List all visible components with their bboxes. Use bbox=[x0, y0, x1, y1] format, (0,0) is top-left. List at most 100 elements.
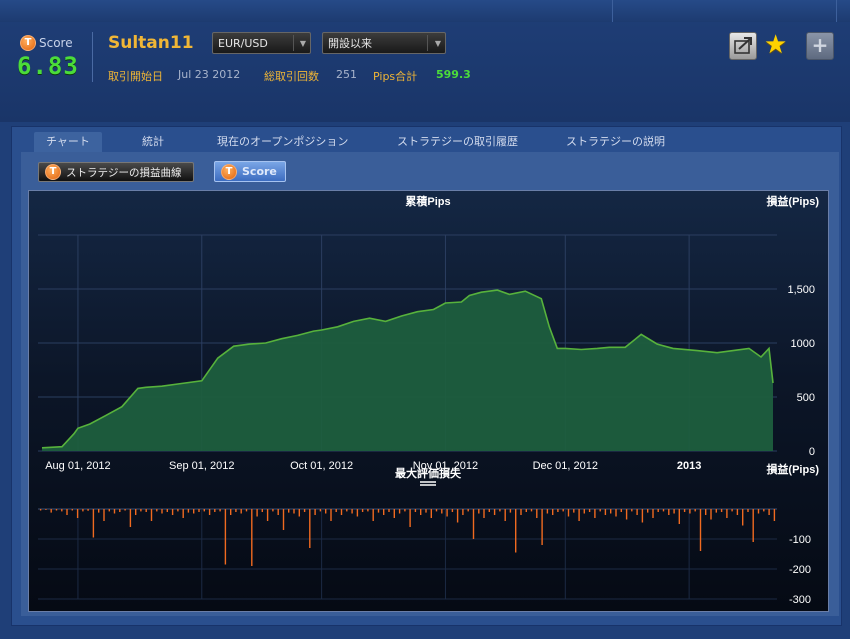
drawdown-bar bbox=[504, 509, 506, 521]
drawdown-bar bbox=[82, 509, 84, 512]
tab-description[interactable]: ストラテジーの説明 bbox=[566, 132, 665, 152]
drawdown-bar bbox=[552, 509, 554, 515]
drawdown-bar bbox=[235, 509, 237, 512]
period-select[interactable]: 開設以来 ▼ bbox=[322, 32, 446, 54]
x-tick-label: Oct 01, 2012 bbox=[290, 460, 353, 472]
drawdown-bar bbox=[763, 509, 765, 512]
drawdown-bar bbox=[546, 509, 549, 514]
drawdown-bar bbox=[303, 509, 306, 512]
drawdown-bars bbox=[39, 509, 776, 566]
tab-open-positions[interactable]: 現在のオープンポジション bbox=[217, 132, 348, 152]
drawdown-bar bbox=[625, 509, 628, 520]
drawdown-bar bbox=[193, 509, 195, 514]
drawdown-bar bbox=[45, 509, 47, 510]
drawdown-bar bbox=[694, 509, 696, 512]
start-date-value: Jul 23 2012 bbox=[178, 68, 241, 81]
drawdown-bar bbox=[87, 509, 89, 511]
drawdown-bar bbox=[187, 509, 190, 513]
select-divider bbox=[427, 35, 428, 51]
total-trades-label: 総取引回数 bbox=[264, 70, 319, 83]
drawdown-bar bbox=[726, 509, 728, 518]
drawdown-bar bbox=[456, 509, 459, 523]
drawdown-bar bbox=[266, 509, 269, 521]
chart-area: Aug 01, 2012 Sep 01, 2012 Oct 01, 2012 Nov … bbox=[28, 190, 829, 612]
y-tick-label: 0 bbox=[809, 446, 815, 458]
tab-stats[interactable]: 統計 bbox=[142, 132, 164, 152]
share-button[interactable] bbox=[729, 32, 757, 60]
drawdown-bar bbox=[773, 509, 776, 521]
total-pips-value: 599.3 bbox=[436, 68, 471, 81]
period-value: 開設以来 bbox=[328, 37, 372, 50]
star-icon[interactable]: ★ bbox=[764, 32, 790, 58]
drawdown-bar bbox=[219, 509, 221, 512]
drawdown-bar bbox=[166, 509, 168, 512]
drawdown-bar bbox=[356, 509, 359, 517]
drawdown-bar bbox=[720, 509, 723, 512]
legend-marker bbox=[420, 481, 436, 486]
drawdown-bar bbox=[129, 509, 132, 527]
drawdown-bar bbox=[319, 509, 322, 512]
drawdown-bar bbox=[673, 509, 675, 514]
currency-pair-select[interactable]: EUR/USD ▼ bbox=[212, 32, 311, 54]
drawdown-bar bbox=[478, 509, 480, 514]
strategy-name[interactable]: Sultan11 bbox=[108, 33, 194, 53]
total-trades-value: 251 bbox=[336, 68, 357, 81]
drawdown-bar bbox=[710, 509, 712, 520]
drawdown-bar bbox=[414, 509, 417, 512]
equity-curve-button[interactable]: T ストラテジーの損益曲線 bbox=[38, 162, 194, 182]
chevron-down-icon: ▼ bbox=[434, 39, 441, 48]
drawdown-bar bbox=[668, 509, 670, 515]
drawdown-bar bbox=[398, 509, 401, 514]
drawdown-bar bbox=[757, 509, 760, 514]
drawdown-bar bbox=[594, 509, 596, 518]
t-badge-icon: T bbox=[221, 163, 237, 180]
drawdown-bar bbox=[335, 509, 337, 512]
score-button[interactable]: T Score bbox=[214, 161, 286, 182]
drawdown-bar bbox=[742, 509, 744, 526]
drawdown-bar bbox=[214, 509, 216, 512]
drawdown-bar bbox=[372, 509, 374, 521]
drawdown-bar bbox=[177, 509, 179, 512]
drawdown-bar bbox=[309, 509, 311, 548]
drawdown-bar bbox=[92, 509, 95, 538]
drawdown-bar bbox=[747, 509, 749, 512]
drawdown-bar bbox=[156, 509, 158, 512]
drawdown-bar bbox=[230, 509, 232, 515]
share-icon bbox=[734, 37, 752, 54]
drawdown-bar bbox=[208, 509, 211, 515]
y-tick-label: 1,500 bbox=[787, 284, 815, 296]
drawdown-bar bbox=[752, 509, 754, 542]
drawdown-bar bbox=[488, 509, 490, 512]
select-divider bbox=[293, 35, 294, 51]
drawdown-bar bbox=[150, 509, 153, 521]
nav-divider bbox=[836, 0, 837, 22]
plus-icon[interactable]: + bbox=[806, 32, 834, 60]
drawdown-bar bbox=[256, 509, 258, 517]
drawdown-bar bbox=[583, 509, 585, 514]
drawdown-bar bbox=[462, 509, 464, 515]
drawdown-bar bbox=[240, 509, 242, 514]
drawdown-chart-title: 最大評価損失 bbox=[395, 466, 462, 480]
drawdown-bar bbox=[610, 509, 612, 514]
drawdown-bar bbox=[145, 509, 147, 512]
drawdown-bar bbox=[39, 509, 42, 511]
drawdown-bar bbox=[367, 509, 369, 512]
drawdown-bar bbox=[425, 509, 427, 513]
drawdown-bar bbox=[705, 509, 707, 515]
drawdown-bar bbox=[699, 509, 702, 551]
score-button-label: Score bbox=[242, 165, 277, 178]
drawdown-bar bbox=[536, 509, 538, 518]
tab-chart[interactable]: チャート bbox=[34, 132, 102, 152]
tab-trade-history[interactable]: ストラテジーの取引履歴 bbox=[397, 132, 518, 152]
drawdown-bar bbox=[103, 509, 105, 521]
drawdown-bar bbox=[393, 509, 395, 518]
drawdown-bar bbox=[404, 509, 406, 512]
drawdown-bar bbox=[430, 509, 432, 518]
drawdown-bar bbox=[272, 509, 274, 512]
drawdown-bar bbox=[224, 509, 227, 565]
drawdown-bar bbox=[383, 509, 385, 515]
drawdown-bar bbox=[98, 509, 100, 513]
equity-y-axis-label: 損益(Pips) bbox=[766, 194, 819, 208]
score-label: T Score bbox=[20, 35, 73, 51]
drawdown-bar bbox=[557, 509, 559, 512]
